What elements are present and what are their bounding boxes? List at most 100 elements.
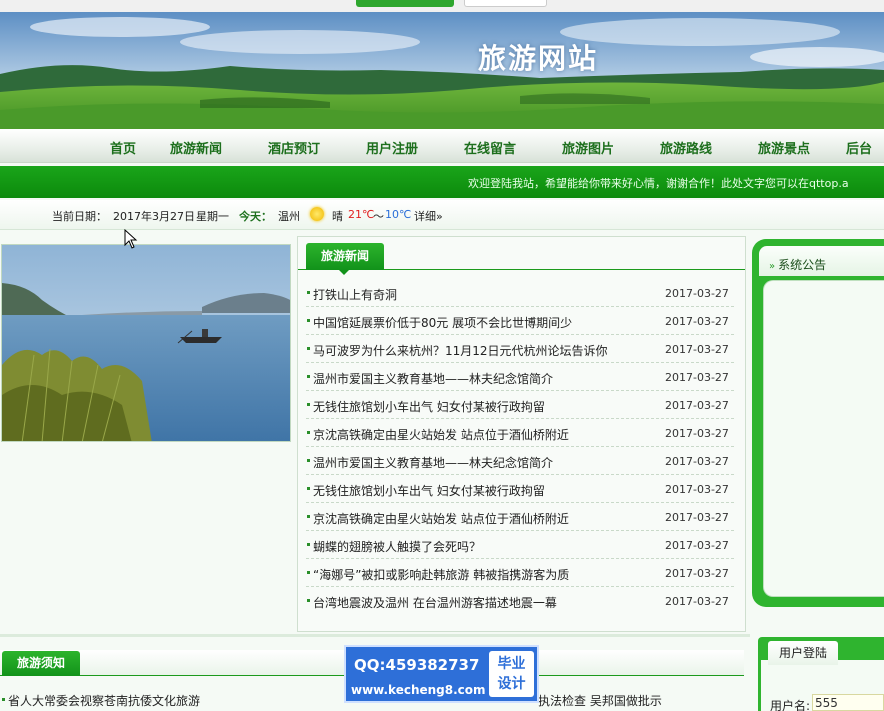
nav-item-attractions[interactable]: 旅游景点	[758, 138, 810, 157]
top-green-button[interactable]	[356, 0, 454, 7]
bullet-icon	[307, 571, 310, 574]
bullet-icon	[307, 543, 310, 546]
bullet-icon	[307, 375, 310, 378]
news-title[interactable]: 温州市爱国主义教育基地——林夫纪念馆简介	[313, 454, 553, 471]
main-nav: 首页 旅游新闻 酒店预订 用户注册 在线留言 旅游图片 旅游路线 旅游景点 后台	[0, 129, 884, 163]
news-date: 2017-03-27	[665, 567, 729, 580]
welcome-text: 欢迎登陆我站，希望能给你带来好心情，谢谢合作！此处文字您可以在qttop.a	[468, 177, 849, 190]
news-item[interactable]: 马可波罗为什么来杭州？11月12日元代杭州论坛告诉你 2017-03-27	[306, 335, 734, 363]
bullet-icon	[307, 459, 310, 462]
news-title[interactable]: 中国馆延展票价低于80元 展项不会比世博期间少	[313, 314, 572, 331]
news-title[interactable]: 蝴蝶的翅膀被人触摸了会死吗？	[313, 538, 481, 555]
tab-travel-notes[interactable]: 旅游须知	[2, 651, 80, 676]
news-title[interactable]: “海娜号”被扣或影响赴韩旅游 韩被指携游客为质	[313, 566, 569, 583]
news-date: 2017-03-27	[665, 539, 729, 552]
date-weather-bar: 当前日期： 2017年3月27日 星期一 今天： 温州 晴 21℃ ～ 10℃ …	[0, 200, 884, 230]
qq-watermark: QQ:459382737 www.kecheng8.com 毕业 设计	[344, 645, 539, 703]
watermark-badge: 毕业 设计	[489, 651, 534, 697]
news-item[interactable]: 蝴蝶的翅膀被人触摸了会死吗？ 2017-03-27	[306, 531, 734, 559]
nav-item-routes[interactable]: 旅游路线	[660, 138, 712, 157]
news-title[interactable]: 京沈高铁确定由星火站始发 站点位于酒仙桥附近	[313, 510, 569, 527]
news-item[interactable]: 京沈高铁确定由星火站始发 站点位于酒仙桥附近 2017-03-27	[306, 503, 734, 531]
watermark-qq: QQ:459382737	[354, 656, 480, 674]
news-item[interactable]: 温州市爱国主义教育基地——林夫纪念馆简介 2017-03-27	[306, 363, 734, 391]
badge-line-2: 设计	[497, 676, 526, 692]
news-panel: 旅游新闻 打铁山上有奇洞 2017-03-27 中国馆延展票价低于80元 展项不会…	[297, 236, 746, 632]
bullet-icon	[307, 487, 310, 490]
news-date: 2017-03-27	[665, 315, 729, 328]
bullet-icon	[307, 347, 310, 350]
banner-landscape-image	[0, 12, 884, 129]
news-title[interactable]: 无钱住旅馆划小车出气 妇女付某被行政拘留	[313, 482, 545, 499]
badge-line-1: 毕业	[497, 656, 526, 672]
site-title: 旅游网站	[478, 42, 599, 75]
news-date: 2017-03-27	[665, 399, 729, 412]
bullet-icon	[307, 431, 310, 434]
lake-photo	[1, 244, 291, 442]
news-title[interactable]: 京沈高铁确定由星火站始发 站点位于酒仙桥附近	[313, 426, 569, 443]
news-title[interactable]: 温州市爱国主义教育基地——林夫纪念馆简介	[313, 370, 553, 387]
news-item[interactable]: 台湾地震波及温州 在台温州游客描述地震一幕 2017-03-27	[306, 587, 734, 615]
news-date: 2017-03-27	[665, 371, 729, 384]
bullet-icon	[307, 319, 310, 322]
bullet-icon	[2, 698, 5, 701]
username-label: 用户名:	[770, 699, 811, 711]
weather-city: 温州	[278, 210, 300, 223]
news-date: 2017-03-27	[665, 455, 729, 468]
news-list: 打铁山上有奇洞 2017-03-27 中国馆延展票价低于80元 展项不会比世博期间…	[306, 279, 734, 615]
news-item[interactable]: 打铁山上有奇洞 2017-03-27	[306, 279, 734, 307]
news-title[interactable]: 马可波罗为什么来杭州？11月12日元代杭州论坛告诉你	[313, 342, 608, 359]
bullet-icon	[307, 403, 310, 406]
news-date: 2017-03-27	[665, 427, 729, 440]
news-item[interactable]: 无钱住旅馆划小车出气 妇女付某被行政拘留 2017-03-27	[306, 475, 734, 503]
news-date: 2017-03-27	[665, 287, 729, 300]
news-item[interactable]: 中国馆延展票价低于80元 展项不会比世博期间少 2017-03-27	[306, 307, 734, 335]
nav-item-travel-news[interactable]: 旅游新闻	[170, 138, 222, 157]
nav-item-admin[interactable]: 后台	[846, 138, 872, 157]
tab-user-login[interactable]: 用户登陆	[768, 641, 838, 665]
date-label: 当前日期：	[52, 210, 107, 223]
news-date: 2017-03-27	[665, 483, 729, 496]
news-title[interactable]: 无钱住旅馆划小车出气 妇女付某被行政拘留	[313, 398, 545, 415]
news-date: 2017-03-27	[665, 343, 729, 356]
tab-travel-news[interactable]: 旅游新闻	[306, 243, 384, 270]
news-item[interactable]: 无钱住旅馆划小车出气 妇女付某被行政拘留 2017-03-27	[306, 391, 734, 419]
news-title[interactable]: 打铁山上有奇洞	[313, 286, 397, 303]
today-label: 今天：	[239, 210, 272, 223]
watermark-site: www.kecheng8.com	[351, 683, 486, 697]
nav-item-register[interactable]: 用户注册	[366, 138, 418, 157]
username-input[interactable]	[812, 694, 884, 711]
sun-icon	[310, 207, 324, 221]
bullet-icon	[307, 515, 310, 518]
news-item[interactable]: 温州市爱国主义教育基地——林夫纪念馆简介 2017-03-27	[306, 447, 734, 475]
nav-item-home[interactable]: 首页	[110, 138, 136, 157]
bullet-icon	[307, 291, 310, 294]
news-item[interactable]: 京沈高铁确定由星火站始发 站点位于酒仙桥附近 2017-03-27	[306, 419, 734, 447]
news-item[interactable]: “海娜号”被扣或影响赴韩旅游 韩被指携游客为质 2017-03-27	[306, 559, 734, 587]
nav-item-guestbook[interactable]: 在线留言	[464, 138, 516, 157]
section-divider	[0, 634, 750, 637]
weather-condition: 晴	[332, 210, 343, 223]
news-date: 2017-03-27	[665, 595, 729, 608]
weather-detail-link[interactable]: 详细»	[414, 208, 443, 224]
mouse-pointer-icon	[124, 229, 138, 249]
notes-item-right[interactable]: 执法检查 吴邦国做批示	[538, 692, 662, 709]
double-chevron-icon: »	[769, 261, 776, 272]
bullet-icon	[307, 599, 310, 602]
temp-separator: ～	[373, 210, 384, 223]
news-tab-arrow-icon	[339, 270, 349, 275]
news-title[interactable]: 台湾地震波及温州 在台温州游客描述地震一幕	[313, 594, 557, 611]
nav-item-hotel-booking[interactable]: 酒店预订	[268, 138, 320, 157]
current-date: 2017年3月27日	[113, 210, 195, 223]
top-white-button[interactable]	[464, 0, 547, 7]
notice-title-text: 系统公告	[778, 258, 827, 272]
notice-panel-body	[763, 280, 884, 597]
news-date: 2017-03-27	[665, 511, 729, 524]
lake-photo-image	[2, 245, 290, 441]
temp-high: 21℃	[348, 208, 375, 221]
temp-low: 10℃	[385, 208, 412, 221]
page: 旅游网站 首页 旅游新闻 酒店预订 用户注册 在线留言 旅游图片 旅游路线 旅游…	[0, 0, 884, 711]
nav-item-photos[interactable]: 旅游图片	[562, 138, 614, 157]
notes-item-left[interactable]: 省人大常委会视察苍南抗倭文化旅游	[8, 692, 200, 709]
notice-panel-title: » 系统公告	[769, 256, 826, 273]
